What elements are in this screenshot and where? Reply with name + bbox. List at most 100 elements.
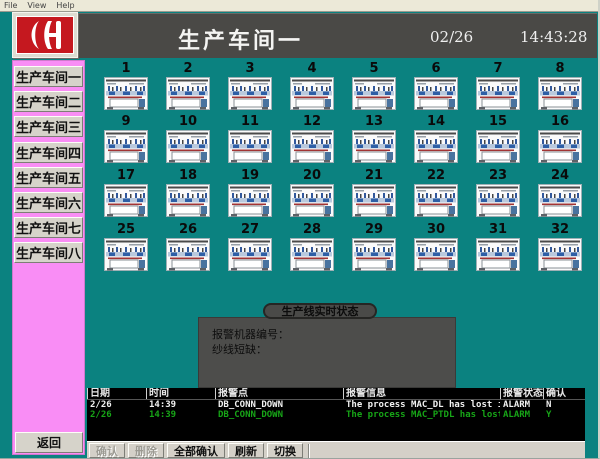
alarm-table-body: 2/2614:39DB_CONN_DOWNThe process MAC_DL …: [87, 400, 585, 420]
machine-cell-1[interactable]: 1: [100, 62, 152, 110]
machine-number: 7: [472, 62, 524, 76]
machine-cell-12[interactable]: 12: [286, 115, 338, 163]
machine-cell-31[interactable]: 31: [472, 223, 524, 271]
machine-icon: [538, 130, 582, 163]
machine-number: 31: [472, 223, 524, 237]
column-header: 时间: [146, 388, 215, 399]
machine-number: 14: [410, 115, 462, 129]
machine-cell-25[interactable]: 25: [100, 223, 152, 271]
sidebar-item-workshop-4[interactable]: 生产车间四: [14, 142, 83, 163]
machine-number: 16: [534, 115, 586, 129]
machine-number: 1: [100, 62, 152, 76]
column-header: 报警信息: [343, 388, 500, 399]
machine-cell-19[interactable]: 19: [224, 169, 276, 217]
table-row[interactable]: 2/2614:39DB_CONN_DOWNThe process MAC_DL …: [87, 400, 585, 410]
machine-icon: [352, 77, 396, 110]
company-logo: [12, 12, 78, 58]
table-cell: The process MAC_DL has lost its d...: [343, 400, 500, 410]
machine-icon: [538, 184, 582, 217]
machine-icon: [166, 130, 210, 163]
machine-number: 17: [100, 169, 152, 183]
confirm-all-button[interactable]: 全部确认: [167, 443, 225, 458]
column-header: 报警状态: [500, 388, 543, 399]
machine-icon: [290, 184, 334, 217]
refresh-button[interactable]: 刷新: [228, 443, 264, 458]
machine-cell-23[interactable]: 23: [472, 169, 524, 217]
machine-cell-24[interactable]: 24: [534, 169, 586, 217]
column-header: 确认: [543, 388, 585, 399]
machine-cell-18[interactable]: 18: [162, 169, 214, 217]
menu-bar: File View Help: [0, 0, 600, 12]
alarm-toolbar: 确认删除全部确认刷新切换: [87, 441, 585, 459]
machine-cell-4[interactable]: 4: [286, 62, 338, 110]
logo-h-icon: [24, 17, 66, 53]
machine-cell-21[interactable]: 21: [348, 169, 400, 217]
machine-cell-9[interactable]: 9: [100, 115, 152, 163]
machine-number: 28: [286, 223, 338, 237]
sidebar-item-workshop-3[interactable]: 生产车间三: [14, 116, 83, 137]
sidebar-item-workshop-2[interactable]: 生产车间二: [14, 91, 83, 112]
machine-number: 11: [224, 115, 276, 129]
machine-cell-13[interactable]: 13: [348, 115, 400, 163]
machine-cell-2[interactable]: 2: [162, 62, 214, 110]
menu-item-view[interactable]: View: [27, 1, 46, 10]
column-header: 报警点: [215, 388, 343, 399]
machine-cell-5[interactable]: 5: [348, 62, 400, 110]
machine-icon: [352, 184, 396, 217]
alarm-status-panel: 报警机器编号： 纱线短缺：: [198, 317, 456, 388]
machine-number: 9: [100, 115, 152, 129]
machine-icon: [104, 130, 148, 163]
machine-cell-16[interactable]: 16: [534, 115, 586, 163]
machine-number: 8: [534, 62, 586, 76]
machine-cell-27[interactable]: 27: [224, 223, 276, 271]
machine-cell-7[interactable]: 7: [472, 62, 524, 110]
machine-cell-6[interactable]: 6: [410, 62, 462, 110]
machine-cell-29[interactable]: 29: [348, 223, 400, 271]
workshop-screen: FileViewHelp 生产车间一 02/26 14:43:28 生产车间一生…: [0, 0, 600, 459]
sidebar-item-workshop-6[interactable]: 生产车间六: [14, 192, 83, 213]
sidebar-item-workshop-7[interactable]: 生产车间七: [14, 217, 83, 238]
table-cell: N: [543, 400, 585, 410]
machine-cell-26[interactable]: 26: [162, 223, 214, 271]
machine-number: 5: [348, 62, 400, 76]
table-cell: DB_CONN_DOWN: [215, 410, 343, 420]
menu-item-help[interactable]: Help: [56, 1, 74, 10]
machine-cell-11[interactable]: 11: [224, 115, 276, 163]
machine-number: 32: [534, 223, 586, 237]
machine-icon: [290, 77, 334, 110]
machine-icon: [104, 184, 148, 217]
machine-icon: [228, 77, 272, 110]
alarm-machine-label: 报警机器编号：: [212, 327, 455, 342]
table-cell: 2/26: [87, 410, 146, 420]
sidebar-item-workshop-5[interactable]: 生产车间五: [14, 167, 83, 188]
sidebar-item-workshop-8[interactable]: 生产车间八: [14, 242, 83, 263]
table-row[interactable]: 2/2614:39DB_CONN_DOWNThe process MAC_PTD…: [87, 410, 585, 420]
machine-cell-3[interactable]: 3: [224, 62, 276, 110]
machine-cell-14[interactable]: 14: [410, 115, 462, 163]
machine-icon: [476, 238, 520, 271]
machine-cell-28[interactable]: 28: [286, 223, 338, 271]
sidebar-item-workshop-1[interactable]: 生产车间一: [14, 66, 83, 87]
machine-cell-20[interactable]: 20: [286, 169, 338, 217]
menu-item-file[interactable]: File: [4, 1, 17, 10]
machine-icon: [414, 238, 458, 271]
machine-cell-17[interactable]: 17: [100, 169, 152, 217]
alarm-table[interactable]: 日期时间报警点报警信息报警状态确认 2/2614:39DB_CONN_DOWNT…: [87, 388, 585, 441]
machine-cell-32[interactable]: 32: [534, 223, 586, 271]
machine-cell-30[interactable]: 30: [410, 223, 462, 271]
machine-number: 21: [348, 169, 400, 183]
machine-cell-10[interactable]: 10: [162, 115, 214, 163]
machine-icon: [166, 238, 210, 271]
table-cell: 14:39: [146, 410, 215, 420]
machine-number: 19: [224, 169, 276, 183]
machine-cell-8[interactable]: 8: [534, 62, 586, 110]
return-button[interactable]: 返回: [15, 432, 83, 453]
machine-icon: [476, 130, 520, 163]
machine-icon: [166, 77, 210, 110]
switch-button[interactable]: 切换: [267, 443, 303, 458]
machine-cell-15[interactable]: 15: [472, 115, 524, 163]
machine-number: 6: [410, 62, 462, 76]
table-cell: The process MAC_PTDL has lost its...: [343, 410, 500, 420]
machine-cell-22[interactable]: 22: [410, 169, 462, 217]
machine-icon: [414, 184, 458, 217]
